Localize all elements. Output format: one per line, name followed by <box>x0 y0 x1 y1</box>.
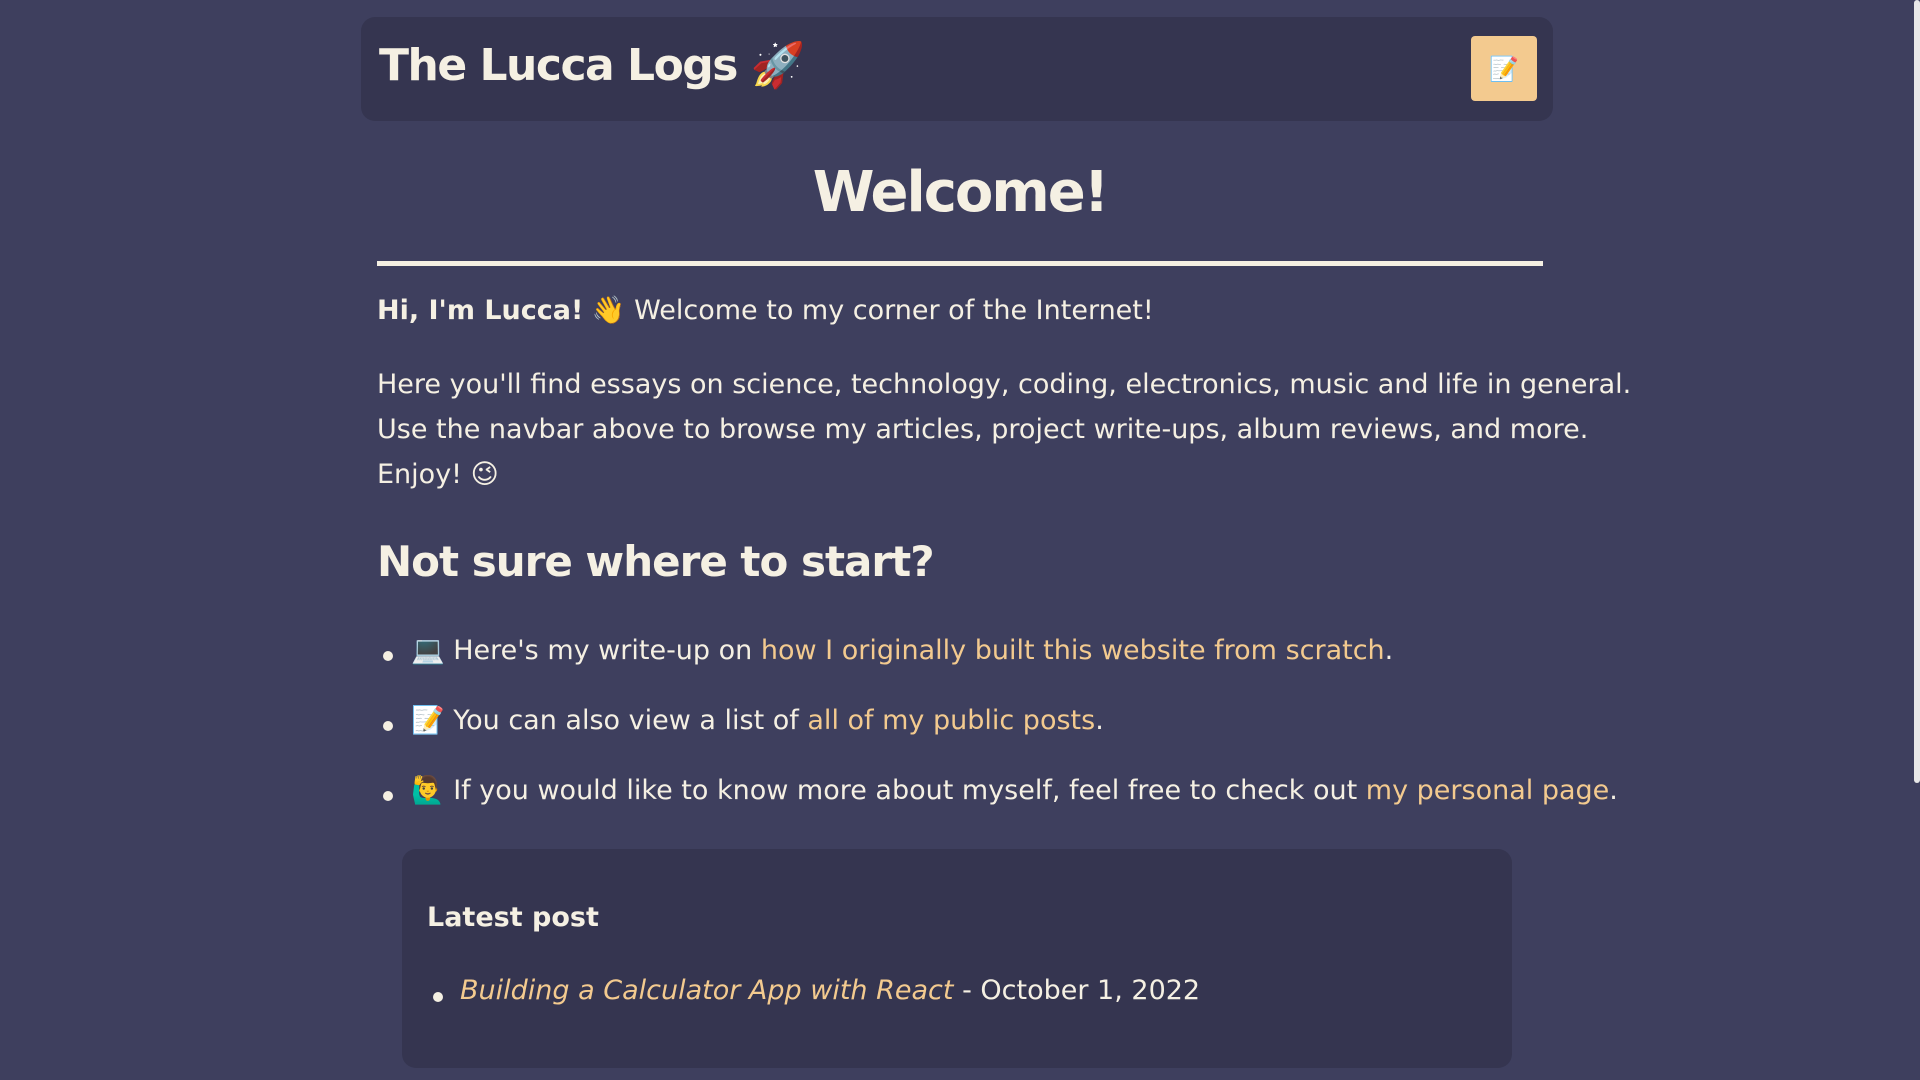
nav-menu-button[interactable]: 📝 <box>1471 36 1537 101</box>
list-item: 🙋‍♂️ If you would like to know more abou… <box>377 774 1618 844</box>
latest-post-heading: Latest post <box>427 902 599 933</box>
build-website-link[interactable]: how I originally built this website from… <box>761 635 1385 666</box>
navbar: The Lucca Logs 🚀 📝 <box>361 17 1553 121</box>
latest-post-separator: - <box>962 975 972 1006</box>
list-item-suffix: . <box>1384 635 1394 666</box>
list-item-text: You can also view a list of <box>453 705 799 736</box>
personal-page-link[interactable]: my personal page <box>1366 775 1609 806</box>
memo-icon: 📝 <box>411 705 445 736</box>
laptop-icon: 💻 <box>411 635 445 666</box>
waving-hand-icon: 👋 <box>591 295 626 326</box>
intro-paragraph: Here you'll find essays on science, tech… <box>377 362 1632 497</box>
list-item-text: If you would like to know more about mys… <box>453 775 1358 806</box>
paragraph-line: Use the navbar above to browse my articl… <box>377 414 1589 445</box>
latest-post-list: Building a Calculator App with React - O… <box>427 975 1200 1006</box>
site-title[interactable]: The Lucca Logs 🚀 <box>379 39 806 91</box>
latest-post-link[interactable]: Building a Calculator App with React <box>460 975 953 1006</box>
list-item-text: Here's my write-up on <box>453 635 753 666</box>
intro-text: Welcome to my corner of the Internet! <box>634 295 1154 326</box>
latest-post-date: October 1, 2022 <box>980 975 1201 1006</box>
section-title: Not sure where to start? <box>377 537 935 586</box>
list-item: 💻 Here's my write-up on how I originally… <box>377 634 1618 704</box>
list-item: 📝 You can also view a list of all of my … <box>377 704 1618 774</box>
paragraph-line: Enjoy! 😉 <box>377 459 499 490</box>
title-divider <box>377 261 1543 266</box>
intro-greeting: Hi, I'm Lucca! <box>377 295 584 326</box>
list-item-suffix: . <box>1095 705 1104 736</box>
page-title: Welcome! <box>812 160 1110 225</box>
latest-post-card: Latest post Building a Calculator App wi… <box>402 849 1512 1068</box>
paragraph-line: Here you'll find essays on science, tech… <box>377 369 1632 400</box>
intro-line: Hi, I'm Lucca! 👋 Welcome to my corner of… <box>377 294 1154 326</box>
raising-hand-icon: 🙋‍♂️ <box>411 775 445 806</box>
list-item: Building a Calculator App with React - O… <box>427 975 1200 1006</box>
list-item-suffix: . <box>1609 775 1618 806</box>
memo-icon: 📝 <box>1489 54 1519 83</box>
page-scrollbar[interactable] <box>1914 0 1920 783</box>
all-posts-link[interactable]: all of my public posts <box>807 705 1095 736</box>
start-list: 💻 Here's my write-up on how I originally… <box>377 634 1618 844</box>
